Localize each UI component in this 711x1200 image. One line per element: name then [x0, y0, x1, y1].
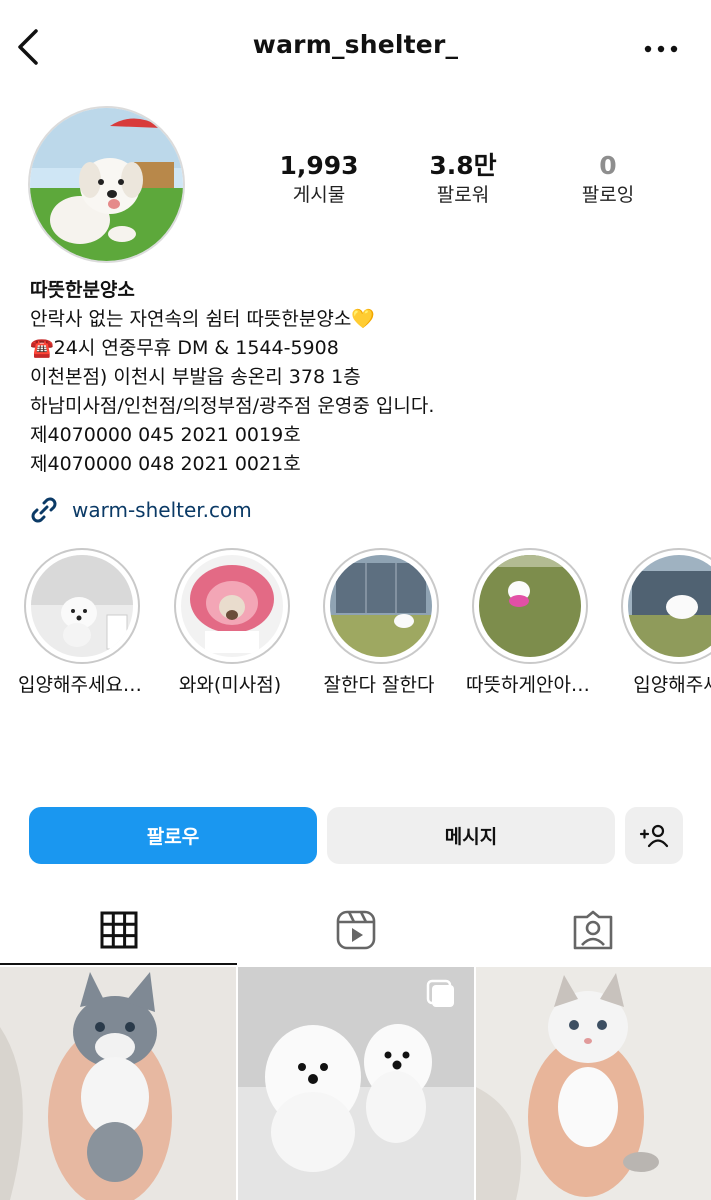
highlight-ring — [323, 548, 439, 664]
story-highlights: 입양해주세요… 와와(미사점) 잘한다 잘한다 따뜻하게안아… 입양해주 — [0, 548, 711, 708]
profile-display-name: 따뜻한분양소 — [30, 279, 135, 301]
post-thumbnail[interactable] — [476, 967, 711, 1200]
grid-icon — [100, 911, 137, 949]
post-image-white-puppies — [238, 967, 474, 1200]
highlight-thumbnail — [181, 555, 283, 657]
add-person-icon — [639, 824, 669, 847]
suggested-users-button[interactable] — [625, 807, 683, 864]
highlight-ring — [24, 548, 140, 664]
profile-website-link[interactable]: warm-shelter.com — [28, 492, 252, 528]
post-image-kitten-white — [476, 967, 711, 1200]
highlight-thumbnail — [31, 555, 133, 657]
more-horizontal-icon — [644, 45, 678, 53]
followers-count-value: 3.8만 — [429, 151, 497, 180]
tab-posts-grid[interactable] — [0, 893, 237, 967]
link-icon — [31, 497, 57, 523]
following-count-label: 팔로잉 — [581, 184, 635, 206]
highlight-ring — [621, 548, 711, 664]
tab-reels[interactable] — [237, 893, 474, 967]
profile-bio: 따뜻한분양소 안락사 없는 자연속의 쉼터 따뜻한분양소💛 ☎️24시 연중무휴… — [30, 276, 690, 479]
website-link-text[interactable]: warm-shelter.com — [72, 498, 252, 522]
bio-line: 이천본점) 이천시 부발읍 송온리 378 1층 — [30, 366, 361, 388]
highlight-caption: 입양해주세 — [633, 674, 711, 696]
posts-grid — [0, 967, 711, 1200]
profile-avatar[interactable] — [28, 106, 185, 263]
post-thumbnail[interactable] — [0, 967, 236, 1200]
follow-button[interactable]: 팔로우 — [29, 807, 317, 864]
posts-count[interactable]: 1,993 게시물 — [244, 150, 394, 208]
highlight-caption: 잘한다 잘한다 — [323, 674, 435, 696]
highlight-thumbnail — [330, 555, 432, 657]
highlight-caption: 와와(미사점) — [178, 674, 282, 696]
profile-header: warm_shelter_ — [0, 0, 711, 96]
bio-line: ☎️24시 연중무휴 DM & 1544-5908 — [30, 337, 339, 359]
message-button[interactable]: 메시지 — [327, 807, 615, 864]
highlight-thumbnail — [628, 555, 711, 657]
post-thumbnail[interactable] — [238, 967, 474, 1200]
reels-icon — [336, 910, 375, 950]
avatar-photo — [30, 108, 183, 261]
highlight-thumbnail — [479, 555, 581, 657]
profile-username: warm_shelter_ — [252, 30, 459, 59]
tab-tagged[interactable] — [474, 893, 711, 967]
bio-line: 하남미사점/인천점/의정부점/광주점 운영중 입니다. — [30, 395, 435, 417]
bio-line: 제4070000 048 2021 0021호 — [30, 453, 301, 475]
profile-tabs — [0, 893, 711, 967]
post-image-kitten-gray — [0, 967, 236, 1200]
followers-count-label: 팔로워 — [436, 184, 490, 206]
posts-count-label: 게시물 — [292, 184, 346, 206]
highlight-caption: 입양해주세요… — [18, 674, 142, 696]
posts-count-value: 1,993 — [279, 151, 359, 180]
tagged-icon — [573, 910, 612, 950]
highlight-ring — [174, 548, 290, 664]
bio-line: 안락사 없는 자연속의 쉼터 따뜻한분양소💛 — [30, 308, 375, 330]
followers-count[interactable]: 3.8만 팔로워 — [388, 150, 538, 208]
highlight-ring — [472, 548, 588, 664]
following-count[interactable]: 0 팔로잉 — [533, 150, 683, 208]
more-options-button[interactable] — [641, 37, 681, 61]
following-count-value: 0 — [599, 151, 617, 180]
active-tab-indicator — [0, 963, 237, 965]
bio-line: 제4070000 045 2021 0019호 — [30, 424, 301, 446]
highlight-caption: 따뜻하게안아… — [466, 674, 590, 696]
